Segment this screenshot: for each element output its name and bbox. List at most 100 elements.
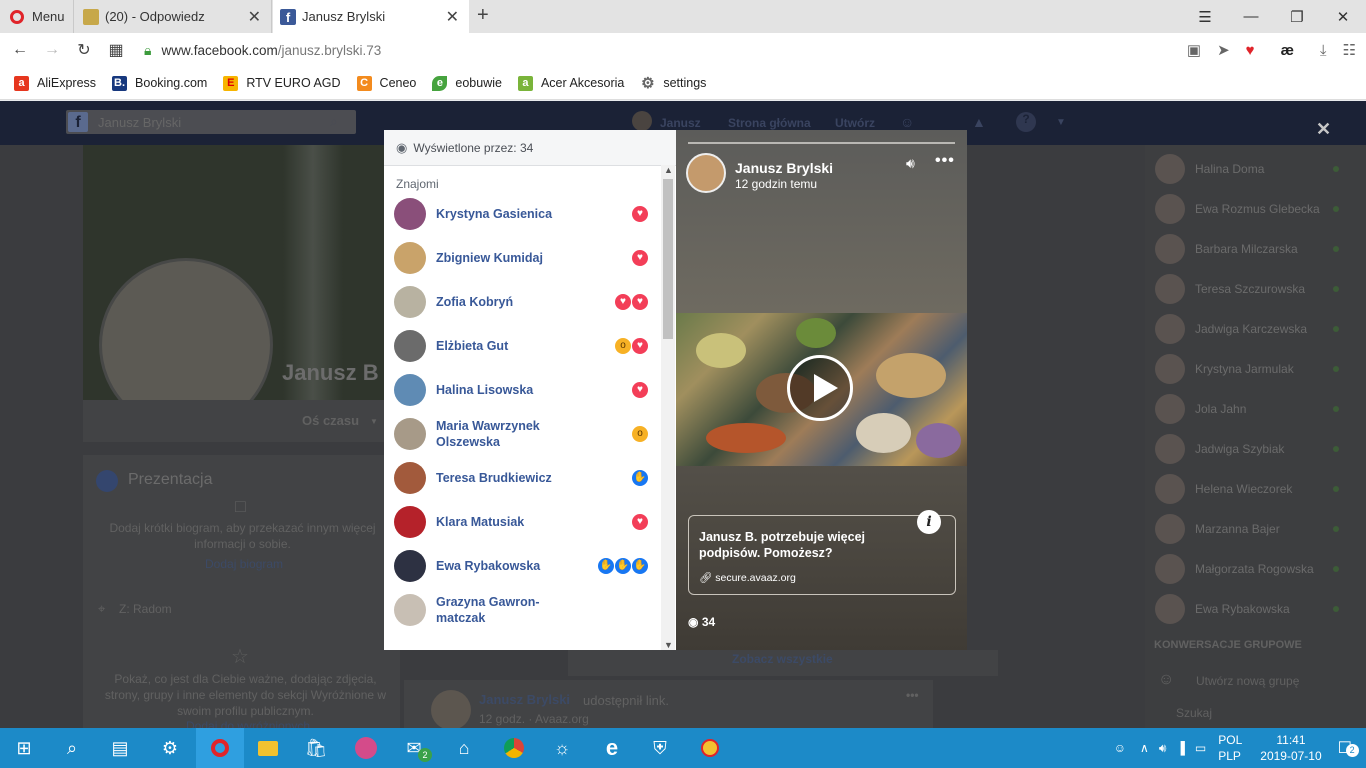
battery-icon[interactable]: ▭ [1195,741,1206,755]
contact-item[interactable]: Teresa Szczurowska [1155,271,1339,307]
see-all-link[interactable]: Zobacz wszystkie [732,652,833,666]
timeline-tab[interactable]: Oś czasu [302,413,359,428]
task-view-icon[interactable]: ▤ [96,728,144,768]
ae-extension-icon[interactable]: æ [1281,42,1294,59]
bookmark-ceneo[interactable]: C Ceneo [356,75,416,91]
tray-expand-icon[interactable]: ∧ [1140,741,1149,755]
story-more-icon[interactable]: ••• [935,152,955,170]
story-views[interactable]: ◉ 34 [688,615,715,629]
contact-item[interactable]: Ewa Rozmus Glebecka [1155,191,1339,227]
viewer-name[interactable]: Klara Matusiak [436,514,556,530]
viewers-scrollbar[interactable]: ▲ ▼ [661,165,675,650]
opera-taskbar-icon[interactable] [196,728,244,768]
contact-item[interactable]: Marzanna Bajer [1155,511,1339,547]
viewer-row[interactable]: Ewa Rybakowska ✋ ✋ ✋ [394,546,656,586]
close-tab-icon[interactable]: ✕ [446,7,459,27]
volume-icon[interactable]: 🔊︎ [906,155,915,172]
info-icon[interactable]: i [917,510,941,534]
nav-create[interactable]: Utwórz [835,116,875,130]
friend-requests-icon[interactable]: ☺ [900,114,914,130]
url-field[interactable]: www.facebook.com/janusz.brylski.73 [161,43,381,58]
mail-icon[interactable]: ✉ 2 [390,728,438,768]
viewer-name[interactable]: Ewa Rybakowska [436,558,556,574]
edge-icon[interactable]: e [588,728,636,768]
viewer-name[interactable]: Zbigniew Kumidaj [436,250,556,266]
viewer-name[interactable]: Zofia Kobryń [436,294,556,310]
viewer-name[interactable]: Krystyna Gasienica [436,206,556,222]
viewer-row[interactable]: Zofia Kobryń ♥ ♥ [394,282,656,322]
scrollbar-thumb[interactable] [663,179,673,339]
post-author[interactable]: Janusz Brylski [479,692,570,707]
store-icon[interactable]: 🛍︎ [292,728,340,768]
search-icon[interactable]: ⌕ [48,728,96,768]
viewer-avatar[interactable] [394,198,426,230]
viewer-row[interactable]: Grazyna Gawron-matczak [394,590,656,630]
contact-item[interactable]: Halina Doma [1155,151,1339,187]
tab-menu-icon[interactable]: ☰ [1182,8,1228,26]
viewer-row[interactable]: Elżbieta Gut o ♥ [394,326,656,366]
opera-menu-button[interactable]: Menu [0,0,74,33]
back-button[interactable]: ← [4,41,36,59]
viewer-avatar[interactable] [394,286,426,318]
viewer-name[interactable]: Teresa Brudkiewicz [436,470,556,486]
play-button[interactable] [787,355,853,421]
home-icon[interactable]: ⌂ [440,728,488,768]
account-menu-icon[interactable]: ▼ [1056,117,1066,128]
viewer-avatar[interactable] [394,418,426,450]
tab-odpowiedz[interactable]: (20) - Odpowiedz ✕ [75,0,272,33]
viewer-avatar[interactable] [394,374,426,406]
new-tab-button[interactable]: + [477,4,489,27]
snapshot-icon[interactable]: ▣ [1187,41,1201,59]
sun-app-icon[interactable] [686,728,734,768]
bookmark-eobuwie[interactable]: e eobuwie [432,75,502,91]
speed-dial-icon[interactable]: ▦ [100,40,132,60]
nav-profile[interactable]: Janusz [660,116,701,130]
send-icon[interactable]: ➤ [1217,41,1230,59]
nav-home[interactable]: Strona główna [728,116,811,130]
viewer-name[interactable]: Elżbieta Gut [436,338,556,354]
viewer-name[interactable]: Maria Wawrzynek Olszewska [436,418,556,450]
contact-item[interactable]: Jadwiga Szybiak [1155,431,1339,467]
clock[interactable]: 11:41 2019-07-10 [1260,732,1321,764]
viewer-row[interactable]: Zbigniew Kumidaj ♥ [394,238,656,278]
facebook-search-input[interactable]: f Janusz Brylski [66,110,356,134]
maximize-button[interactable]: ❐ [1274,8,1320,26]
language-indicator[interactable]: POL PLP [1218,732,1242,764]
close-story-icon[interactable]: ✕ [1316,119,1331,140]
viewer-row[interactable]: Halina Lisowska ♥ [394,370,656,410]
forward-button[interactable]: → [36,41,68,59]
search-icon[interactable]: ⌕ [330,113,338,130]
contact-item[interactable]: Barbara Milczarska [1155,231,1339,267]
file-explorer-icon[interactable] [244,728,292,768]
facebook-logo-icon[interactable]: f [68,112,88,132]
volume-icon[interactable]: 🔊︎ [1159,741,1167,756]
contact-item[interactable]: Krystyna Jarmulak [1155,351,1339,387]
contact-item[interactable]: Helena Wieczorek [1155,471,1339,507]
add-bio-link[interactable]: Dodaj biogram [205,557,283,571]
viewer-avatar[interactable] [394,594,426,626]
close-tab-icon[interactable]: ✕ [248,7,261,27]
chat-search-input[interactable]: Szukaj [1176,706,1212,720]
viewer-row[interactable]: Krystyna Gasienica ♥ [394,194,656,234]
post-author-avatar[interactable] [431,690,471,730]
globe-app-icon[interactable] [342,728,390,768]
user-avatar[interactable] [632,111,652,131]
viewer-avatar[interactable] [394,330,426,362]
contact-item[interactable]: Jola Jahn [1155,391,1339,427]
bookmark-booking[interactable]: B. Booking.com [112,75,207,91]
network-icon[interactable]: ▐ [1176,741,1185,755]
easy-setup-icon[interactable]: ☷ [1343,41,1356,59]
settings-gear-icon[interactable]: ⚙ [146,728,194,768]
scroll-down-icon[interactable]: ▼ [664,640,673,650]
windows-start-icon[interactable]: ⊞ [0,728,48,768]
new-group-link[interactable]: Utwórz nową grupę [1196,674,1299,688]
bookmark-settings[interactable]: ⚙ settings [640,76,706,91]
minimize-button[interactable]: — [1228,8,1274,25]
download-icon[interactable]: ⤓ [1320,42,1327,59]
bookmark-rtv-euro-agd[interactable]: E RTV EURO AGD [223,75,341,91]
viewer-avatar[interactable] [394,462,426,494]
tab-janusz-brylski[interactable]: f Janusz Brylski ✕ [273,0,469,33]
viewer-avatar[interactable] [394,506,426,538]
viewer-avatar[interactable] [394,242,426,274]
notifications-icon[interactable]: ▲ [972,114,986,130]
